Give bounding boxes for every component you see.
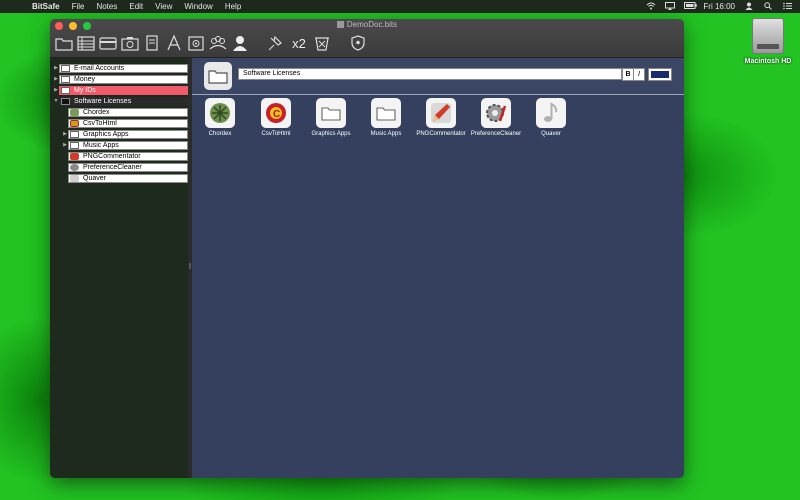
folder-icon <box>61 97 70 105</box>
csvtohtml-app-icon[interactable]: C <box>261 98 291 128</box>
app-window: DemoDoc.bits x2 ▶ E-mail Accounts ▶ Mone… <box>50 19 684 478</box>
sidebar-item-graphics-apps[interactable]: ▶ Graphics Apps <box>62 129 188 139</box>
shield-icon[interactable] <box>348 33 368 53</box>
folder-icon[interactable] <box>316 98 346 128</box>
grid-item-chordex[interactable]: Chordex <box>192 98 248 138</box>
sidebar-item-pngcommentator[interactable]: PNGCommentator <box>62 151 188 161</box>
notification-list-icon[interactable] <box>782 2 792 12</box>
duplicate-x2-button[interactable]: x2 <box>288 33 310 53</box>
grid-item-label: CsvToHtml <box>261 131 291 137</box>
main-panel: Software Licenses B I Chordex C CsvToHtm… <box>192 58 684 478</box>
grid-item-pngcommentator[interactable]: PNGCommentator <box>413 98 469 138</box>
preferencecleaner-app-icon <box>70 163 79 171</box>
disk-label: Macintosh HD <box>744 58 792 65</box>
note-icon[interactable] <box>142 33 162 53</box>
credit-card-icon[interactable] <box>98 33 118 53</box>
chordex-app-icon[interactable] <box>205 98 235 128</box>
group-icon[interactable] <box>208 33 228 53</box>
sidebar: ▶ E-mail Accounts ▶ Money ▶ My IDs ▼ Sof… <box>50 58 188 478</box>
csvtohtml-app-icon <box>70 119 79 127</box>
menu-bar: BitSafe File Notes Edit View Window Help… <box>0 0 800 13</box>
font-icon[interactable] <box>164 33 184 53</box>
hard-drive-icon[interactable] <box>752 18 784 54</box>
menu-window[interactable]: Window <box>184 2 212 11</box>
grid-item-label: Chordex <box>208 131 232 137</box>
grid-item-label: PNGCommentator <box>416 131 466 137</box>
grid-item-label: Quaver <box>541 131 561 137</box>
trash-icon[interactable] <box>312 33 332 53</box>
toolbar: x2 <box>54 32 370 54</box>
pngcommentator-app-icon <box>70 152 79 160</box>
pin-icon[interactable] <box>266 33 286 53</box>
menu-notes[interactable]: Notes <box>96 2 117 11</box>
large-folder-icon[interactable] <box>204 62 232 90</box>
grid-item-label: Graphics Apps <box>311 131 351 137</box>
sidebar-item-software-licenses[interactable]: ▼ Software Licenses <box>53 96 188 106</box>
folder-icon <box>61 64 70 72</box>
item-title-field[interactable]: Software Licenses <box>238 68 622 80</box>
sidebar-item-preferencecleaner[interactable]: PreferenceCleaner <box>62 162 188 172</box>
person-icon[interactable] <box>230 33 250 53</box>
folder-icon <box>61 75 70 83</box>
document-icon <box>336 21 344 28</box>
menu-app-name[interactable]: BitSafe <box>32 2 60 11</box>
wifi-icon[interactable] <box>646 2 656 12</box>
folder-icon <box>70 141 79 149</box>
user-icon[interactable] <box>744 2 754 12</box>
svg-text:C: C <box>273 109 280 120</box>
folder-icon <box>61 86 70 94</box>
grid-item-label: Music Apps <box>370 131 402 137</box>
grid-item-preferencecleaner[interactable]: PreferenceCleaner <box>468 98 524 138</box>
pngcommentator-app-icon[interactable] <box>426 98 456 128</box>
airplay-icon[interactable] <box>665 1 676 12</box>
grid-item-csvtohtml[interactable]: C CsvToHtml <box>248 98 304 138</box>
folder-icon <box>70 130 79 138</box>
sidebar-item-my-ids[interactable]: ▶ My IDs <box>53 85 188 95</box>
grid-item-label: PreferenceCleaner <box>470 131 522 137</box>
sidebar-item-money[interactable]: ▶ Money <box>53 74 188 84</box>
italic-button[interactable]: I <box>633 68 645 81</box>
window-title: DemoDoc.bits <box>50 20 684 29</box>
quaver-app-icon <box>70 174 79 182</box>
grid-item-music-apps[interactable]: Music Apps <box>358 98 414 138</box>
battery-icon[interactable] <box>684 2 698 11</box>
folder-icon[interactable] <box>371 98 401 128</box>
desktop-disk[interactable]: Macintosh HD <box>745 18 791 65</box>
grid-item-quaver[interactable]: Quaver <box>523 98 579 138</box>
color-well[interactable] <box>648 68 672 81</box>
menu-view[interactable]: View <box>155 2 172 11</box>
quaver-app-icon[interactable] <box>536 98 566 128</box>
sidebar-item-quaver[interactable]: Quaver <box>62 173 188 183</box>
grid-item-graphics-apps[interactable]: Graphics Apps <box>303 98 359 138</box>
sidebar-item-email-accounts[interactable]: ▶ E-mail Accounts <box>53 63 188 73</box>
search-icon[interactable] <box>763 1 773 12</box>
menu-edit[interactable]: Edit <box>129 2 143 11</box>
window-title-text: DemoDoc.bits <box>346 20 398 29</box>
window-titlebar[interactable]: DemoDoc.bits x2 <box>50 19 684 58</box>
menu-help[interactable]: Help <box>225 2 241 11</box>
sidebar-item-chordex[interactable]: Chordex <box>62 107 188 117</box>
sidebar-item-csvtohtml[interactable]: CsvToHtml <box>62 118 188 128</box>
chordex-app-icon <box>70 108 79 116</box>
menu-file[interactable]: File <box>72 2 85 11</box>
preferencecleaner-app-icon[interactable] <box>481 98 511 128</box>
new-folder-icon[interactable] <box>54 33 74 53</box>
safe-icon[interactable] <box>186 33 206 53</box>
list-icon[interactable] <box>76 33 96 53</box>
sidebar-item-music-apps[interactable]: ▶ Music Apps <box>62 140 188 150</box>
camera-icon[interactable] <box>120 33 140 53</box>
menubar-clock[interactable]: Fri 16:00 <box>703 2 735 11</box>
item-header: Software Licenses B I <box>192 58 684 95</box>
